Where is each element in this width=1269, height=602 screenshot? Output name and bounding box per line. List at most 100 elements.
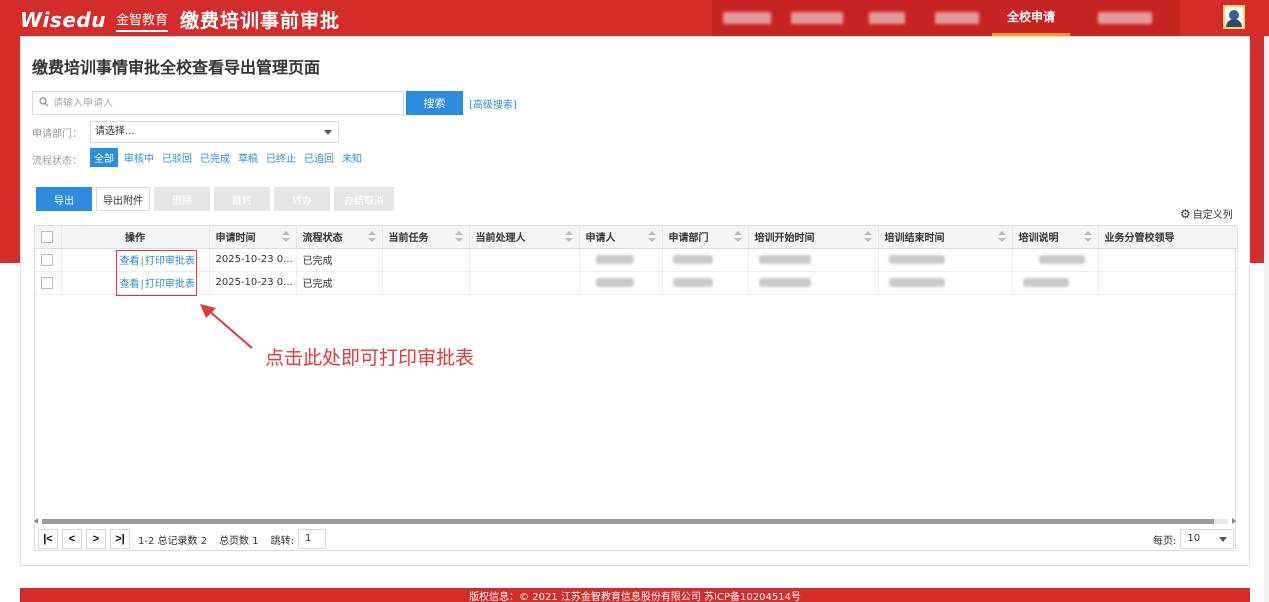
row-checkbox[interactable]	[41, 276, 53, 289]
status-option-recalled[interactable]: 已追回	[302, 148, 336, 167]
scroll-right-icon[interactable]	[1232, 518, 1236, 524]
jump-page-input[interactable]: 1	[297, 529, 326, 549]
train-desc-cell	[1012, 248, 1099, 272]
sort-icon[interactable]	[367, 231, 376, 243]
status-filter-options: 全部 审核中 已驳回 已完成 草稿 已终止 已追回 未知	[90, 148, 364, 167]
col-header-label: 申请时间	[215, 233, 256, 245]
redacted-value	[888, 254, 945, 264]
status-option-terminated[interactable]: 已终止	[264, 148, 298, 167]
col-header-label: 培训说明	[1018, 233, 1059, 245]
last-page-button[interactable]: >|	[110, 529, 130, 549]
chevron-down-icon	[324, 130, 332, 135]
status-filter-label: 流程状态：	[32, 156, 82, 167]
record-range: 1-2 总记录数 2	[138, 535, 208, 547]
avatar-head-icon	[1229, 10, 1239, 20]
cancel-completion-button[interactable]: 办结取消	[334, 187, 394, 211]
search-input[interactable]	[53, 97, 393, 109]
apply-time-cell: 2025-10-23 0...	[209, 271, 297, 295]
col-header-current-handler[interactable]: 当前处理人	[469, 226, 580, 249]
col-header-apply-time[interactable]: 申请时间	[209, 226, 297, 249]
redacted-value	[1038, 254, 1085, 264]
annotation-text: 点击此处即可打印审批表	[265, 347, 475, 369]
annotation-arrow-icon	[200, 304, 253, 349]
redacted-value	[1022, 277, 1069, 287]
col-header-train-desc[interactable]: 培训说明	[1012, 226, 1099, 249]
row-checkbox[interactable]	[41, 253, 53, 266]
sort-icon[interactable]	[281, 231, 290, 243]
avatar[interactable]	[1223, 5, 1245, 29]
custom-columns-button[interactable]: ⚙ 自定义列	[1180, 206, 1233, 222]
app-title: 缴费培训事前审批	[180, 10, 341, 32]
export-attachments-button[interactable]: 导出附件	[96, 187, 150, 211]
col-header-train-end[interactable]: 培训结束时间	[878, 226, 1013, 249]
horizontal-scrollbar[interactable]	[34, 517, 1236, 526]
col-header-applicant[interactable]: 申请人	[579, 226, 663, 249]
custom-columns-label: 自定义列	[1192, 210, 1233, 221]
jump-button[interactable]: 跳转	[214, 187, 270, 211]
row-select-cell	[35, 271, 62, 295]
scroll-left-icon[interactable]	[34, 518, 38, 524]
per-page-label: 每页:	[1153, 535, 1177, 547]
col-header-status[interactable]: 流程状态	[296, 226, 383, 249]
nav-item-6[interactable]	[1070, 0, 1180, 36]
select-all-cell	[35, 226, 62, 249]
prev-page-button[interactable]: <	[62, 529, 82, 549]
nav-item-1[interactable]	[712, 0, 782, 36]
current-handler-cell	[469, 271, 580, 295]
nav-item-3[interactable]	[852, 0, 922, 36]
col-header-train-start[interactable]: 培训开始时间	[748, 226, 879, 249]
per-page-value: 10	[1187, 533, 1201, 544]
status-option-completed[interactable]: 已完成	[198, 148, 232, 167]
col-header-leader: 业务分管校领导	[1098, 226, 1238, 249]
select-all-checkbox[interactable]	[41, 230, 53, 243]
col-header-department[interactable]: 申请部门	[662, 226, 749, 249]
page-title: 缴费培训事情审批全校查看导出管理页面	[32, 58, 321, 77]
sort-icon[interactable]	[733, 231, 742, 243]
transfer-button[interactable]: 转办	[274, 187, 330, 211]
logo-cn: 金智教育	[115, 9, 168, 32]
sort-icon[interactable]	[997, 231, 1006, 243]
current-handler-cell	[469, 248, 580, 272]
table-row[interactable]: 查看|打印审批表 2025-10-23 0... 已完成	[35, 248, 1238, 272]
redacted-value	[672, 254, 713, 264]
dept-select-value: 请选择...	[95, 126, 135, 137]
nav-item-4[interactable]	[922, 0, 992, 36]
search-button[interactable]: 搜索	[406, 91, 463, 115]
sort-icon[interactable]	[647, 231, 656, 243]
row-select-cell	[35, 248, 62, 272]
data-grid: 操作 申请时间 流程状态 当前任务 当前处理人 申请人 申请部门 培训开始时间 …	[34, 225, 1238, 551]
next-page-button[interactable]: >	[86, 529, 106, 549]
status-cell: 已完成	[296, 271, 383, 295]
search-field[interactable]	[32, 91, 404, 115]
status-option-unknown[interactable]: 未知	[340, 148, 364, 167]
dept-select[interactable]: 请选择...	[90, 121, 339, 143]
logo-text: Wisedu	[20, 8, 106, 32]
export-button[interactable]: 导出	[36, 187, 92, 211]
col-header-label: 当前任务	[388, 233, 429, 245]
status-option-rejected[interactable]: 已驳回	[160, 148, 194, 167]
status-option-draft[interactable]: 草稿	[236, 148, 260, 167]
status-option-reviewing[interactable]: 审核中	[122, 148, 156, 167]
current-task-cell	[382, 271, 470, 295]
delete-button[interactable]: 删除	[154, 187, 210, 211]
col-header-actions: 操作	[61, 226, 210, 249]
redacted-value	[888, 277, 945, 287]
status-cell: 已完成	[296, 248, 383, 272]
first-page-button[interactable]: |<	[38, 529, 58, 549]
advanced-search-link[interactable]: [高级搜索]	[469, 96, 517, 111]
dept-filter-label: 申请部门：	[32, 129, 82, 140]
nav-item-2[interactable]	[782, 0, 852, 36]
table-row[interactable]: 查看|打印审批表 2025-10-23 0... 已完成	[35, 271, 1238, 295]
page-scrollbar[interactable]	[1264, 36, 1269, 602]
col-header-label: 培训开始时间	[754, 233, 815, 245]
sort-icon[interactable]	[454, 231, 463, 243]
nav-item-school-apply[interactable]: 全校申请	[992, 0, 1070, 36]
sort-icon[interactable]	[564, 231, 573, 243]
col-header-current-task[interactable]: 当前任务	[382, 226, 470, 249]
apply-time-cell: 2025-10-23 0...	[209, 248, 297, 272]
scroll-thumb[interactable]	[42, 519, 1214, 524]
per-page-select[interactable]: 10	[1180, 529, 1235, 549]
sort-icon[interactable]	[1083, 231, 1092, 243]
sort-icon[interactable]	[863, 231, 872, 243]
status-option-all[interactable]: 全部	[90, 148, 118, 167]
